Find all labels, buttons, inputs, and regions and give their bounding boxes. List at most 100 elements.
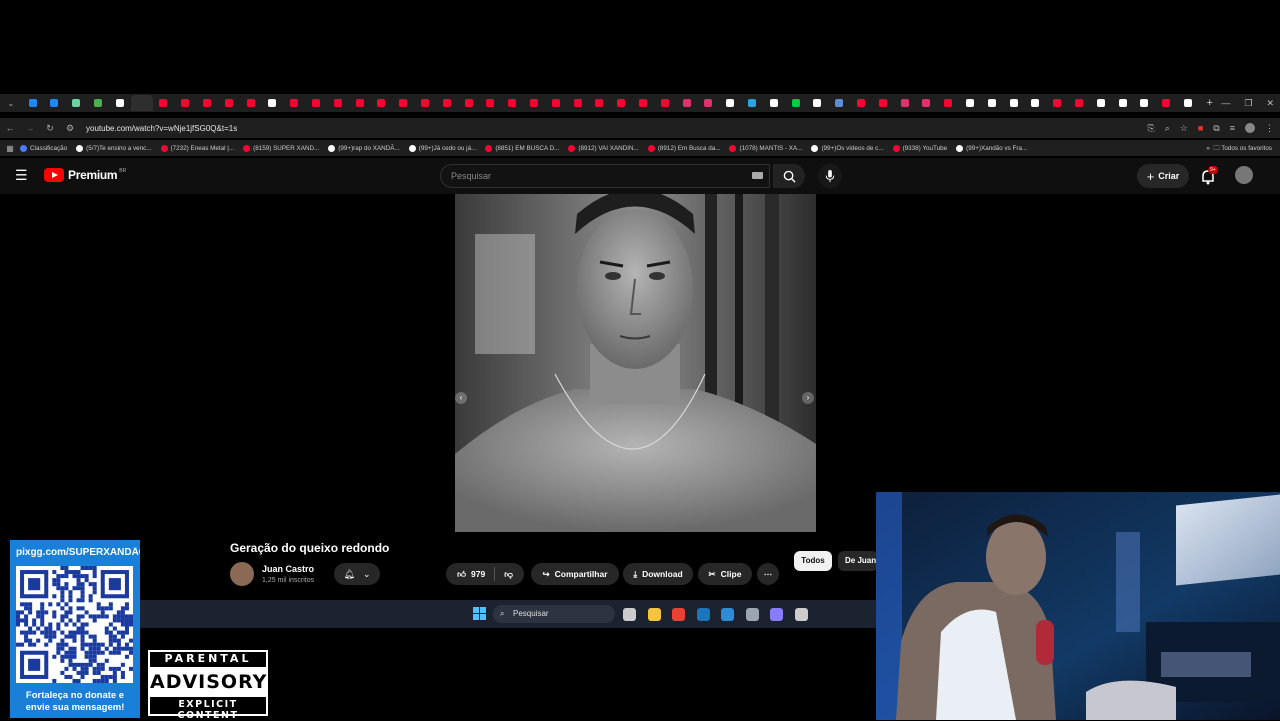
extension-red-icon[interactable]: ■ — [1198, 123, 1203, 133]
menu-icon[interactable]: ⋮ — [1265, 123, 1274, 134]
browser-tab[interactable] — [850, 95, 872, 111]
bookmark-item[interactable]: (1078) MANTIS - XA... — [729, 144, 802, 152]
bookmark-star-icon[interactable]: ☆ — [1180, 123, 1188, 134]
back-icon[interactable]: ← — [0, 123, 20, 133]
steam-icon[interactable] — [696, 608, 710, 621]
bookmark-item[interactable]: (8912) VAI XANDIN... — [568, 144, 639, 152]
apps-grid-icon[interactable]: ▦ — [0, 144, 20, 153]
browser-tab[interactable] — [959, 95, 981, 111]
obs-icon[interactable] — [794, 608, 808, 621]
browser-tab[interactable] — [915, 95, 937, 111]
browser-tab[interactable] — [44, 95, 66, 111]
browser-tab[interactable] — [130, 95, 153, 111]
browser-tab[interactable] — [1068, 95, 1090, 111]
maximize-button[interactable]: ❐ — [1244, 98, 1252, 109]
browser-tab[interactable] — [87, 95, 109, 111]
bookmark-item[interactable]: (8851) EM BUSCA D... — [485, 144, 559, 152]
browser-tab[interactable] — [283, 95, 305, 111]
browser-tab[interactable] — [1003, 95, 1025, 111]
bookmark-item[interactable]: (9338) YouTube — [892, 144, 947, 152]
app-icon[interactable] — [770, 608, 783, 621]
browser-tab[interactable] — [1112, 95, 1134, 111]
browser-tab[interactable] — [501, 95, 523, 111]
profile-icon[interactable] — [1245, 123, 1255, 133]
browser-tab[interactable] — [414, 95, 436, 111]
bookmark-item[interactable]: (99+)rap do XANDÃ... — [328, 144, 400, 152]
browser-tab[interactable] — [785, 95, 807, 111]
reload-icon[interactable]: ↻ — [40, 123, 60, 134]
browser-tab[interactable] — [763, 95, 785, 111]
browser-tab[interactable] — [632, 95, 654, 111]
browser-tab[interactable] — [1090, 95, 1112, 111]
search-button[interactable] — [773, 164, 805, 188]
bookmark-item[interactable]: (5/7)Te ensino a venc... — [76, 144, 152, 152]
browser-tab[interactable] — [828, 95, 850, 111]
browser-tab[interactable] — [719, 95, 741, 111]
windows-start-icon[interactable] — [473, 607, 486, 620]
chrome-icon[interactable] — [672, 608, 685, 621]
new-tab-button[interactable]: + — [1199, 95, 1221, 111]
address-bar[interactable]: youtube.com/watch?v=wNje1jfSG0Q&t=1s — [86, 124, 237, 133]
browser-tab[interactable] — [872, 95, 894, 111]
browser-tab[interactable] — [937, 95, 959, 111]
browser-tab[interactable] — [545, 95, 567, 111]
browser-tab[interactable] — [1024, 95, 1046, 111]
browser-tab[interactable] — [458, 95, 480, 111]
browser-tab[interactable] — [1046, 95, 1068, 111]
create-button[interactable]: + Criar — [1137, 164, 1189, 188]
bookmark-item[interactable]: (8912) Em Busca da... — [647, 144, 720, 152]
browser-tab[interactable] — [65, 95, 87, 111]
browser-tab[interactable] — [392, 95, 414, 111]
more-actions-button[interactable]: ⋯ — [757, 563, 779, 585]
channel-avatar[interactable] — [230, 562, 254, 586]
search-input[interactable]: Pesquisar — [440, 164, 770, 188]
browser-tab[interactable] — [480, 95, 502, 111]
browser-tab[interactable] — [806, 95, 828, 111]
download-button[interactable]: ⤓ Download — [623, 563, 693, 585]
subscribed-button[interactable]: 🔔︎ ⌄ — [334, 563, 380, 585]
youtube-logo[interactable]: Premium BR — [44, 168, 126, 182]
browser-tab[interactable] — [196, 95, 218, 111]
minimize-button[interactable]: — — [1221, 98, 1230, 108]
bookmark-item[interactable]: (7232) Eneas Metal |... — [160, 144, 234, 152]
next-arrow-icon[interactable]: › — [802, 392, 814, 404]
extensions-icon[interactable]: ⧉ — [1213, 123, 1219, 134]
bookmark-item[interactable]: (99+)Os vídeos de c... — [811, 144, 884, 152]
browser-tab[interactable] — [218, 95, 240, 111]
chip-all[interactable]: Todos — [794, 551, 832, 571]
browser-tab[interactable] — [610, 95, 632, 111]
browser-tab[interactable] — [1155, 95, 1177, 111]
install-icon[interactable]: ⎘ — [1148, 123, 1155, 134]
browser-tab[interactable] — [741, 95, 763, 111]
photos-icon[interactable] — [721, 608, 734, 621]
share-button[interactable]: ↪ Compartilhar — [531, 563, 619, 585]
bookmark-item[interactable]: (99+)Já cedo ou já... — [408, 144, 476, 152]
browser-tab[interactable] — [371, 95, 393, 111]
browser-tab[interactable] — [894, 95, 916, 111]
like-button[interactable]: 👍︎ 979 👎︎ — [446, 563, 524, 585]
browser-tab[interactable] — [109, 95, 131, 111]
bookmark-item[interactable]: Classificação — [20, 144, 67, 152]
browser-tab[interactable] — [589, 95, 611, 111]
browser-tab[interactable] — [654, 95, 676, 111]
browser-tab[interactable] — [567, 95, 589, 111]
video-player[interactable]: ‹ › — [455, 194, 816, 532]
browser-tab[interactable] — [981, 95, 1003, 111]
browser-tab[interactable] — [240, 95, 262, 111]
file-explorer-icon[interactable] — [647, 608, 661, 621]
browser-tab[interactable] — [262, 95, 284, 111]
browser-tab[interactable] — [1133, 95, 1155, 111]
hamburger-menu-icon[interactable]: ☰ — [15, 168, 29, 182]
site-settings-icon[interactable]: ⚙ — [60, 123, 80, 134]
browser-tab[interactable] — [174, 95, 196, 111]
browser-tab[interactable] — [1177, 95, 1199, 111]
browser-tab[interactable] — [676, 95, 698, 111]
settings-icon[interactable] — [745, 608, 759, 621]
browser-tab[interactable] — [349, 95, 371, 111]
taskbar-search[interactable]: ⌕ Pesquisar — [493, 605, 615, 623]
close-window-button[interactable]: ✕ — [1266, 98, 1274, 109]
tab-search-icon[interactable]: ⌄ — [0, 95, 22, 111]
user-avatar[interactable] — [1235, 166, 1253, 184]
voice-search-button[interactable] — [818, 164, 842, 188]
bookmark-item[interactable]: (99+)Xandão vs Fra... — [956, 144, 1027, 152]
